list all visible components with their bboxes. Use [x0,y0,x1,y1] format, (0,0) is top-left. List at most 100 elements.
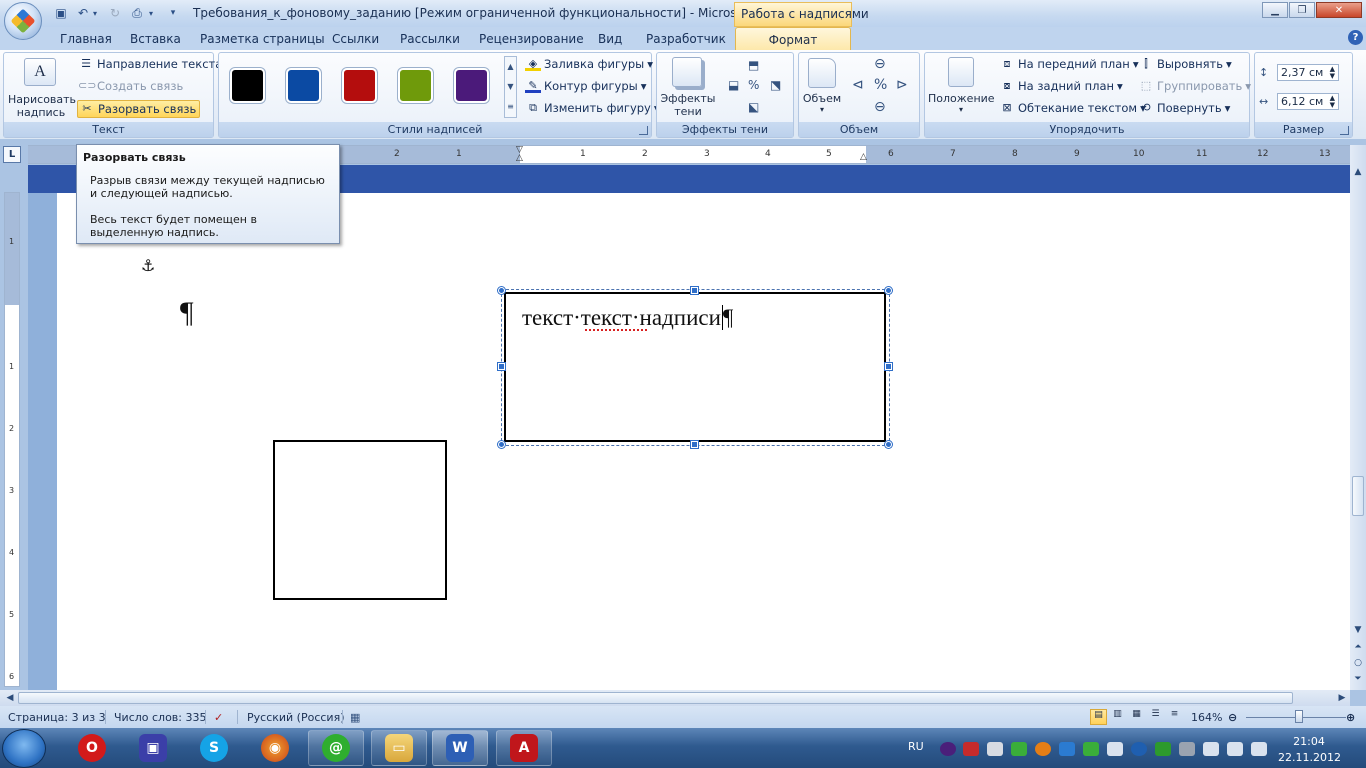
tilt-down-icon[interactable]: ⊖ [874,99,886,115]
opera-taskbar-button[interactable]: O [64,730,120,766]
undo-dropdown-icon[interactable]: ▾ [90,4,100,22]
tray-app-icon[interactable] [1203,742,1219,756]
styles-gallery-scroll[interactable]: ▲ ▼ ≡ [504,56,517,118]
resize-handle[interactable] [885,441,892,448]
zoom-level[interactable]: 164% [1191,711,1222,724]
tray-app-icon[interactable] [940,742,956,756]
quick-print-icon[interactable]: ⎙ [128,4,146,22]
acrobat-taskbar-button[interactable]: A [496,730,552,766]
tab-format[interactable]: Формат [735,27,851,52]
firefox-taskbar-button[interactable]: ◉ [247,730,303,766]
spinner-icon[interactable]: ▲ ▼ [1330,65,1335,80]
customize-qat-icon[interactable]: ▾ [168,4,178,22]
3d-toggle-icon[interactable]: % [874,77,887,93]
draw-textbox-button[interactable]: Нарисовать надпись [8,93,76,119]
text-wrapping-button[interactable]: ⊠ Обтекание текстом ▾ [999,101,1145,115]
scroll-down-icon[interactable]: ▼ [1350,622,1366,638]
align-button[interactable]: ⫿ Выровнять ▾ [1138,57,1232,71]
zoom-in-icon[interactable]: ⊕ [1346,711,1355,724]
tab-mailings[interactable]: Рассылки [400,30,460,50]
office-button[interactable] [4,2,42,40]
shadow-effects-icon[interactable] [672,57,702,87]
vertical-scroll-thumb[interactable] [1352,476,1364,516]
maximize-button[interactable]: ❐ [1289,2,1315,18]
next-page-icon[interactable]: ⏷ [1350,671,1366,687]
spinner-icon[interactable]: ▲ ▼ [1330,94,1335,109]
scroll-right-icon[interactable]: ▶ [1334,690,1350,706]
tab-selector[interactable]: L [3,146,21,163]
tray-app-icon[interactable] [1011,742,1027,756]
size-launcher-icon[interactable] [1340,126,1349,135]
bring-to-front-button[interactable]: ⧈ На передний план ▾ [999,57,1139,71]
floppy-taskbar-button[interactable]: ▣ [125,730,181,766]
shadow-toggle-icon[interactable]: % [748,78,759,92]
break-link-button[interactable]: ✂ Разорвать связь [77,100,201,118]
style-swatch-1[interactable] [230,68,265,103]
style-swatch-5[interactable] [454,68,489,103]
tilt-left-icon[interactable]: ⊲ [852,77,864,93]
nudge-shadow-left-icon[interactable]: ⬓ [728,78,739,92]
vertical-scrollbar[interactable] [1350,145,1366,690]
skype-taskbar-button[interactable]: S [186,730,242,766]
word-taskbar-button[interactable]: W [432,730,488,766]
style-swatch-3[interactable] [342,68,377,103]
previous-page-icon[interactable]: ⏶ [1350,639,1366,655]
3d-effects-button[interactable]: Объем ▾ [800,92,844,114]
indent-marker-icon[interactable]: ▽ △ [516,146,523,163]
tab-home[interactable]: Главная [60,30,112,50]
draft-icon[interactable]: ≡ [1166,709,1183,725]
rotate-button[interactable]: ⟲ Повернуть ▾ [1138,101,1230,115]
tab-review[interactable]: Рецензирование [479,30,584,50]
position-button[interactable]: Положение ▾ [928,92,995,114]
language-indicator[interactable]: RU [908,740,924,753]
language[interactable]: Русский (Россия) [247,711,345,724]
macro-recording-icon[interactable]: ▦ [350,711,360,724]
zoom-out-icon[interactable]: ⊖ [1228,711,1237,724]
resize-handle[interactable] [885,287,892,294]
tab-insert[interactable]: Вставка [130,30,181,50]
redo-icon[interactable]: ↻ [106,4,124,22]
tab-page-layout[interactable]: Разметка страницы [200,30,325,50]
style-swatch-4[interactable] [398,68,433,103]
group-button[interactable]: ⬚ Группировать ▾ [1138,79,1251,93]
browse-object-icon[interactable]: ○ [1350,655,1366,671]
style-swatch-2[interactable] [286,68,321,103]
resize-handle[interactable] [691,441,698,448]
web-layout-icon[interactable]: ▦ [1128,709,1145,725]
volume-icon[interactable] [1179,742,1195,756]
nudge-shadow-right-icon[interactable]: ⬔ [770,78,781,92]
height-input[interactable]: 2,37 см ▲ ▼ [1277,64,1339,81]
tilt-right-icon[interactable]: ⊳ [896,77,908,93]
styles-launcher-icon[interactable] [639,126,648,135]
position-icon[interactable] [948,57,974,87]
mail-agent-taskbar-button[interactable]: @ [308,730,364,766]
tray-app-icon[interactable] [963,742,979,756]
tab-developer[interactable]: Разработчик [646,30,726,50]
print-layout-icon[interactable]: ▤ [1090,709,1107,725]
create-link-button[interactable]: ⊂⊃ Создать связь [78,79,183,93]
resize-handle[interactable] [498,363,505,370]
draw-textbox-icon[interactable]: A [24,58,56,86]
send-to-back-button[interactable]: ⧇ На задний план ▾ [999,79,1123,93]
resize-handle[interactable] [691,287,698,294]
nudge-shadow-up-icon[interactable]: ⬒ [748,58,759,72]
save-icon[interactable]: ▣ [52,4,70,22]
change-shape-button[interactable]: ⧉ Изменить фигуру ▾ [525,101,660,115]
start-button[interactable] [2,729,46,768]
resize-handle[interactable] [498,441,505,448]
explorer-taskbar-button[interactable]: ▭ [371,730,427,766]
outline-icon[interactable]: ☰ [1147,709,1164,725]
shape-outline-button[interactable]: ✎ Контур фигуры ▾ [525,79,647,93]
tab-references[interactable]: Ссылки [332,30,379,50]
print-dropdown-icon[interactable]: ▾ [146,4,156,22]
full-screen-reading-icon[interactable]: ▥ [1109,709,1126,725]
tray-app-icon[interactable] [1107,742,1123,756]
tray-app-icon[interactable] [1083,742,1099,756]
speaker-icon[interactable] [1251,742,1267,756]
3d-effects-icon[interactable] [808,58,836,88]
shape-fill-button[interactable]: ◈ Заливка фигуры ▾ [525,57,653,71]
tray-app-icon[interactable] [1131,742,1147,756]
clock[interactable]: 21:04 22.11.2012 [1278,734,1341,766]
tilt-up-icon[interactable]: ⊖ [874,56,886,72]
spelling-check-icon[interactable]: ✓ [214,711,223,724]
